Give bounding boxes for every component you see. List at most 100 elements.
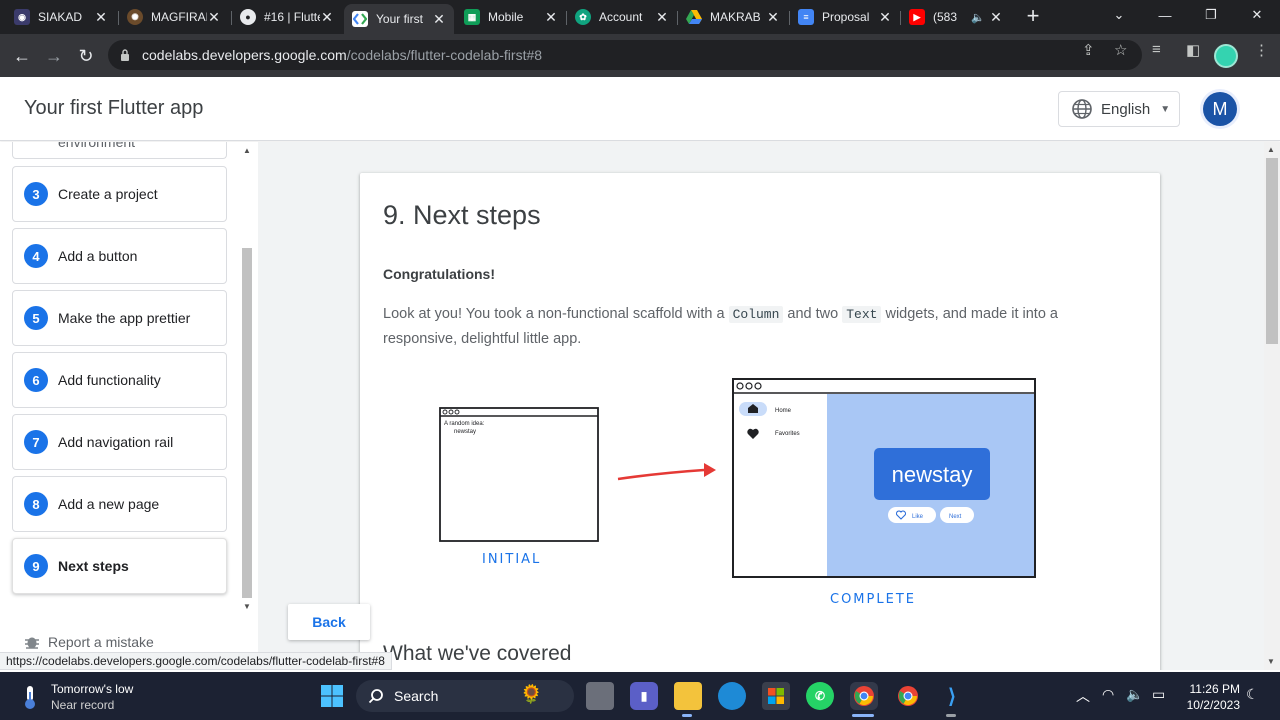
word-pair-card: newstay bbox=[892, 462, 973, 487]
complete-caption: COMPLETE bbox=[830, 592, 916, 607]
tab-label: MAKRAB bbox=[710, 10, 761, 24]
volume-icon[interactable]: 🔈 bbox=[1126, 686, 1143, 703]
scroll-down-arrow-icon[interactable]: ▼ bbox=[1267, 657, 1275, 666]
menu-kebab-icon[interactable]: ⋮ bbox=[1254, 41, 1269, 59]
sidebar-item-label: Create a project bbox=[58, 186, 158, 202]
chrome-icon[interactable] bbox=[894, 682, 922, 710]
sidebar-item-label: environment bbox=[58, 142, 136, 150]
scroll-up-arrow-icon[interactable]: ▲ bbox=[1267, 145, 1275, 154]
page-scrollbar-thumb[interactable] bbox=[1266, 158, 1278, 344]
drive-icon bbox=[686, 9, 702, 25]
nav-favorites-label: Favorites bbox=[775, 431, 800, 437]
sidebar-item-label: Next steps bbox=[58, 558, 129, 574]
sidebar-item-label: Add a new page bbox=[58, 496, 160, 512]
sidebar-scrollbar-thumb[interactable] bbox=[242, 248, 252, 598]
sidebar-item-step-8[interactable]: 8 Add a new page bbox=[12, 476, 227, 532]
sidebar-item-step-6[interactable]: 6 Add functionality bbox=[12, 352, 227, 408]
close-icon[interactable]: ✕ bbox=[94, 9, 108, 26]
tab-youtube[interactable]: ▶ (583 🔈 ✕ bbox=[901, 4, 1011, 30]
new-tab-button[interactable]: + bbox=[1022, 5, 1044, 27]
sidebar-item-partial[interactable]: environment bbox=[12, 142, 227, 159]
side-panel-icon[interactable]: ◧ bbox=[1186, 41, 1200, 59]
initial-caption: INITIAL bbox=[482, 552, 541, 567]
report-mistake-link[interactable]: Report a mistake bbox=[24, 634, 154, 650]
link-status-bar: https://codelabs.developers.google.com/c… bbox=[0, 652, 392, 670]
search-icon bbox=[368, 689, 383, 704]
tab-docs[interactable]: ≡ Proposal ✕ bbox=[790, 4, 900, 30]
forward-arrow-icon[interactable]: → bbox=[40, 42, 68, 70]
tab-sheets[interactable]: ▦ Mobile ✕ bbox=[456, 4, 566, 30]
tab-siakad[interactable]: ◉ SIAKAD ✕ bbox=[6, 4, 116, 30]
step-number: 9 bbox=[24, 554, 48, 578]
share-icon[interactable]: ⇪ bbox=[1082, 41, 1095, 59]
clock-time: 11:26 PM bbox=[1189, 682, 1240, 696]
tab-drive[interactable]: MAKRAB ✕ bbox=[678, 4, 788, 30]
chrome-profile-icon[interactable] bbox=[850, 682, 878, 710]
close-window-button[interactable]: ✕ bbox=[1234, 0, 1280, 30]
vscode-icon[interactable]: ⟩ bbox=[938, 682, 966, 710]
tab-github[interactable]: ● #16 | Flutter ✕ bbox=[232, 4, 342, 30]
docs-icon: ≡ bbox=[798, 9, 814, 25]
close-icon[interactable]: ✕ bbox=[320, 9, 334, 26]
tab-label: Proposal bbox=[822, 10, 870, 24]
tab-account[interactable]: ✿ Account ✕ bbox=[567, 4, 677, 30]
whatsapp-icon[interactable]: ✆ bbox=[806, 682, 834, 710]
language-selector[interactable]: English ▼ bbox=[1058, 91, 1180, 127]
sidebar-item-label: Add functionality bbox=[58, 372, 161, 388]
initial-window-sketch: A random idea: newstay bbox=[439, 407, 599, 542]
browser-profile-avatar[interactable] bbox=[1214, 44, 1238, 68]
system-clock[interactable]: 11:26 PM 10/2/2023 bbox=[1184, 681, 1240, 713]
reading-list-icon[interactable]: ≡ bbox=[1152, 41, 1161, 58]
moon-icon[interactable]: ☾ bbox=[1246, 686, 1259, 703]
avatar[interactable]: M bbox=[1203, 92, 1237, 126]
sidebar-item-step-3[interactable]: 3 Create a project bbox=[12, 166, 227, 222]
close-icon[interactable]: ✕ bbox=[655, 9, 669, 26]
running-indicator bbox=[946, 714, 956, 717]
battery-icon[interactable]: ▭ bbox=[1152, 686, 1165, 703]
sidebar-item-step-5[interactable]: 5 Make the app prettier bbox=[12, 290, 227, 346]
thermometer-icon bbox=[25, 686, 35, 709]
bookmark-star-icon[interactable]: ☆ bbox=[1114, 41, 1127, 59]
windows-start-icon[interactable] bbox=[318, 682, 346, 710]
close-icon[interactable]: ✕ bbox=[878, 9, 892, 26]
complete-window-sketch: Home Favorites newstay Like Next bbox=[732, 378, 1036, 578]
address-bar[interactable]: codelabs.developers.google.com/codelabs/… bbox=[108, 40, 1142, 70]
sunflower-icon: 🌻 bbox=[520, 684, 543, 704]
task-view-icon[interactable] bbox=[586, 682, 614, 710]
teams-chat-icon[interactable]: ▮ bbox=[630, 682, 658, 710]
step-number: 6 bbox=[24, 368, 48, 392]
initial-line-1: A random idea: bbox=[444, 421, 485, 427]
tab-codelabs-active[interactable]: Your first ✕ bbox=[344, 4, 454, 34]
close-icon[interactable]: ✕ bbox=[207, 9, 221, 26]
microsoft-store-icon[interactable] bbox=[762, 682, 790, 710]
speaker-icon[interactable]: 🔈 bbox=[971, 11, 985, 24]
tab-magfirah[interactable]: ✺ MAGFIRAH ✕ bbox=[119, 4, 229, 30]
tab-search-chevron-icon[interactable]: ⌄ bbox=[1096, 0, 1142, 30]
reload-icon[interactable]: ↻ bbox=[72, 42, 100, 70]
back-arrow-icon[interactable]: ← bbox=[8, 42, 36, 70]
scroll-down-arrow-icon[interactable]: ▼ bbox=[243, 602, 251, 611]
browser-tab-strip: ◉ SIAKAD ✕ ✺ MAGFIRAH ✕ ● #16 | Flutter … bbox=[0, 0, 1280, 34]
sidebar-item-step-4[interactable]: 4 Add a button bbox=[12, 228, 227, 284]
weather-widget[interactable]: Tomorrow's low Near record bbox=[18, 681, 133, 713]
close-icon[interactable]: ✕ bbox=[989, 9, 1003, 26]
weather-line-1: Tomorrow's low bbox=[51, 682, 134, 696]
restore-button[interactable]: ❐ bbox=[1188, 0, 1234, 30]
scroll-up-arrow-icon[interactable]: ▲ bbox=[243, 146, 251, 155]
close-icon[interactable]: ✕ bbox=[432, 11, 446, 28]
taskbar-search[interactable]: Search 🌻 bbox=[356, 680, 574, 712]
back-button[interactable]: Back bbox=[288, 604, 370, 640]
page-title: Your first Flutter app bbox=[24, 97, 204, 119]
sidebar-item-step-7[interactable]: 7 Add navigation rail bbox=[12, 414, 227, 470]
minimize-button[interactable]: — bbox=[1142, 0, 1188, 30]
sidebar-item-step-9-active[interactable]: 9 Next steps bbox=[12, 538, 227, 594]
wifi-icon[interactable]: ◠ bbox=[1102, 686, 1114, 703]
close-icon[interactable]: ✕ bbox=[766, 9, 780, 26]
chevron-up-icon[interactable]: ︿ bbox=[1076, 686, 1090, 706]
next-button-label: Next bbox=[949, 514, 962, 520]
tab-label: Mobile bbox=[488, 10, 524, 24]
file-explorer-icon[interactable] bbox=[674, 682, 702, 710]
close-icon[interactable]: ✕ bbox=[544, 9, 558, 26]
edge-icon[interactable] bbox=[718, 682, 746, 710]
code-text: Text bbox=[842, 306, 882, 323]
